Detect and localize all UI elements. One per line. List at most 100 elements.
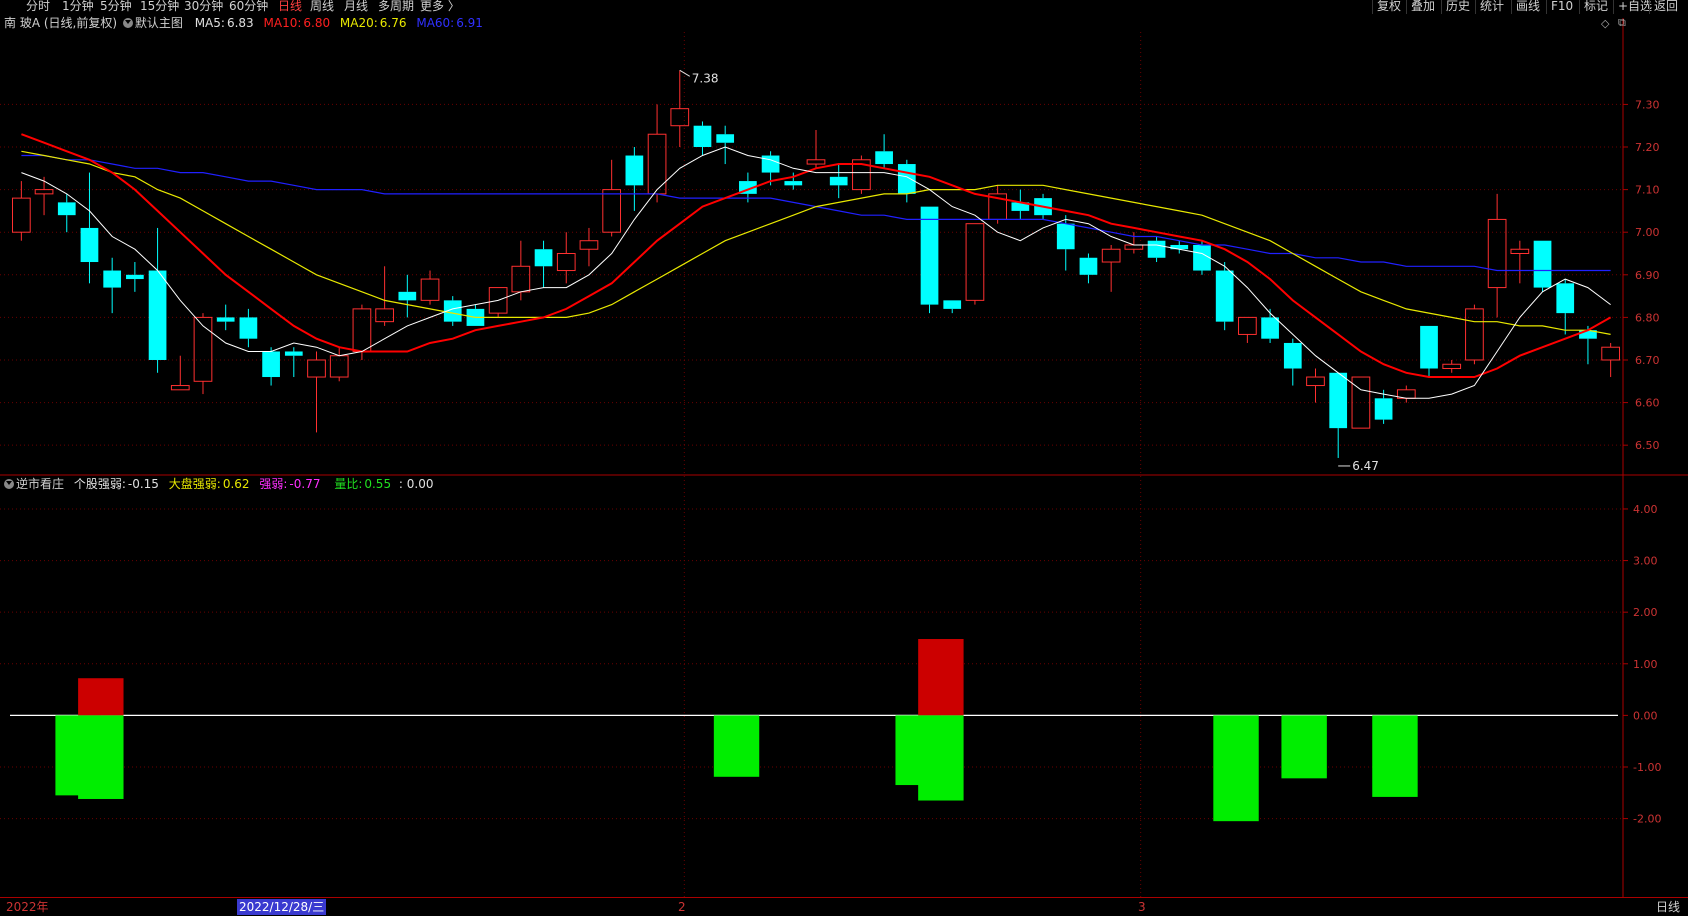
market-strength-label: 大盘强弱:: [168, 477, 221, 491]
candle-body-down: [716, 134, 735, 143]
stock-strength-value: -0.15: [127, 477, 159, 491]
price-tick-label: 6.60: [1635, 397, 1660, 410]
candle-body-down: [534, 249, 553, 267]
stock-title: 南 玻A (日线,前复权): [4, 16, 118, 30]
candle: [1465, 304, 1484, 365]
candle: [965, 223, 985, 305]
candle: [1420, 325, 1438, 378]
candle-body-up: [556, 253, 576, 272]
price-tick-label: 7.20: [1635, 141, 1660, 154]
candle: [1556, 279, 1575, 335]
indicator-tick-label: 1.00: [1633, 658, 1658, 671]
strength-bar-positive: [78, 678, 124, 716]
candle: [398, 274, 417, 318]
candle-body-down: [239, 317, 258, 339]
indicator-dropdown-icon[interactable]: [4, 479, 14, 489]
candle: [1147, 236, 1166, 263]
candle-body-down: [398, 291, 417, 301]
candle: [1487, 193, 1507, 318]
candle-body-up: [193, 316, 213, 382]
candle: [1396, 385, 1416, 403]
sub-chart-legend: 逆市看庄 个股强弱: -0.15 大盘强弱: 0.62 强弱: -0.77 量比: 0.…: [4, 476, 435, 492]
candle: [716, 125, 735, 165]
candle-body-up: [34, 189, 54, 195]
candle-body-up: [965, 223, 985, 301]
template-dropdown-icon[interactable]: [122, 18, 133, 28]
candle: [943, 300, 962, 314]
candle-body-up: [1124, 244, 1144, 250]
diamond-icon[interactable]: ◇: [1601, 17, 1609, 30]
candle-body-up: [806, 159, 826, 165]
candle-body-down: [1533, 240, 1552, 288]
candle-body-up: [307, 359, 326, 378]
strength-bar-negative: [1372, 715, 1418, 797]
main-chart-legend: 南 玻A (日线,前复权) 默认主图 MA5: 6.83 MA10: 6.80 MA…: [4, 15, 485, 31]
price-tick-label: 6.70: [1635, 354, 1660, 367]
strength-label: 强弱:: [259, 477, 288, 491]
candle: [262, 347, 280, 386]
market-strength-value: 0.62: [222, 477, 250, 491]
candle-body-down: [80, 227, 99, 263]
candle-body-down: [103, 270, 122, 288]
price-tick-label: 6.80: [1635, 311, 1660, 324]
high-annotation: 7.38: [692, 71, 719, 85]
candle-body-down: [761, 155, 780, 173]
candle: [80, 172, 99, 284]
candle: [556, 232, 576, 284]
candle: [307, 351, 326, 433]
candle: [534, 240, 553, 288]
candle: [420, 270, 440, 305]
candle: [1601, 342, 1621, 378]
candle-body-down: [693, 125, 712, 148]
candle-body-down: [148, 270, 167, 360]
strength-value: -0.77: [289, 477, 321, 491]
ma10-line: [21, 133, 1612, 378]
candle-body-up: [1442, 363, 1462, 370]
candle: [625, 147, 644, 211]
stock-chart[interactable]: 7.30 7.20 7.10 7.00 6.90 6.80 6.70 6.60 6.50 4.00…: [0, 0, 1688, 897]
indicator-tick-label: -1.00: [1633, 761, 1661, 774]
ma10-label: MA10:: [263, 16, 302, 30]
strength-bar-negative: [1213, 715, 1259, 822]
candle: [829, 164, 848, 199]
candle: [1442, 359, 1462, 373]
candle-body-up: [1238, 316, 1257, 335]
candle: [103, 257, 122, 314]
candle-body-down: [943, 300, 962, 309]
candle-body-down: [1329, 372, 1348, 429]
candle-body-down: [1215, 270, 1234, 322]
indicator-name[interactable]: 逆市看庄: [16, 477, 64, 491]
candle: [329, 347, 349, 382]
price-tick-label: 7.00: [1635, 226, 1660, 239]
ma10-value: 6.80: [303, 16, 331, 30]
candle: [239, 308, 258, 348]
candle-body-down: [1079, 257, 1098, 275]
strength-bar-negative: [78, 715, 124, 799]
candle-body-down: [284, 351, 303, 356]
candle-body-down: [875, 151, 893, 165]
candle: [1079, 253, 1098, 284]
window-restore-icon[interactable]: ⧉: [1618, 16, 1626, 30]
candle: [920, 206, 939, 314]
candle-body-down: [625, 155, 644, 186]
candle: [1533, 240, 1552, 292]
price-tick-label: 7.10: [1635, 184, 1660, 197]
candle-body-up: [1601, 346, 1621, 361]
candle: [11, 181, 31, 241]
ma20-value: 6.76: [379, 16, 407, 30]
candle-body-up: [647, 133, 667, 195]
candle: [602, 159, 622, 237]
candle: [1283, 338, 1302, 386]
strength-bar-positive: [918, 639, 964, 716]
ma60-label: MA60:: [416, 16, 455, 30]
template-name[interactable]: 默认主图: [135, 16, 183, 30]
price-tick-label: 6.50: [1635, 439, 1660, 452]
candle: [670, 70, 690, 148]
candle-body-down: [57, 202, 76, 216]
high-marker-line: [679, 69, 691, 77]
candle: [488, 287, 508, 318]
candle-body-up: [579, 240, 599, 250]
candle: [647, 104, 667, 203]
candle: [897, 159, 916, 203]
candle: [284, 347, 303, 378]
